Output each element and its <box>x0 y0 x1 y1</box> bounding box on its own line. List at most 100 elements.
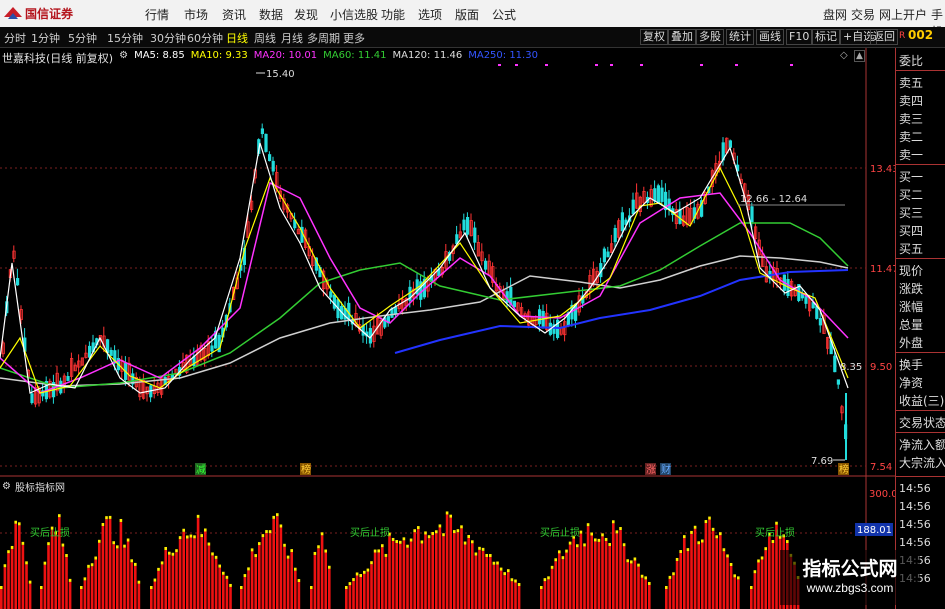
tick-time: 14:56 <box>899 500 931 513</box>
candle-body <box>30 393 34 404</box>
menu-data[interactable]: 数据 <box>259 6 283 23</box>
indicator-bar <box>435 533 438 609</box>
period-daily[interactable]: 日线 <box>226 30 248 46</box>
menu-formula[interactable]: 公式 <box>492 6 516 23</box>
event-marker-3[interactable]: 涨 <box>646 464 656 476</box>
menu-options[interactable]: 选项 <box>418 6 442 23</box>
period-multi[interactable]: 多周期 <box>307 30 340 46</box>
indicator-bar <box>540 589 543 609</box>
indicator-bar-tip <box>442 533 445 537</box>
period-toolbar: 分时 1分钟 5分钟 15分钟 30分钟 60分钟 日线 周线 月线 多周期 更… <box>0 27 945 48</box>
indicator-bar-tip <box>489 554 492 558</box>
indicator-bar <box>268 533 272 609</box>
indicator-bar-tip <box>261 534 265 538</box>
indicator-bar <box>126 541 130 609</box>
label-sell2: 卖二 <box>899 130 924 144</box>
menu-stock-picker[interactable]: 小信选股 <box>330 6 378 23</box>
indicator-bar <box>101 526 105 609</box>
tool-f10[interactable]: F10 <box>786 29 813 45</box>
tool-back[interactable]: 返回 <box>870 29 898 45</box>
menu-disk[interactable]: 盘网 <box>823 6 847 23</box>
indicator-bar <box>601 536 604 609</box>
period-5min[interactable]: 5分钟 <box>68 30 97 46</box>
menu-open-account[interactable]: 网上开户 <box>879 6 927 23</box>
indicator-gear-icon[interactable]: ⚙ <box>2 481 11 492</box>
indicator-bar-tip <box>481 547 485 551</box>
menu-news[interactable]: 资讯 <box>222 6 246 23</box>
indicator-bar <box>10 548 14 609</box>
menu-discover[interactable]: 发现 <box>294 6 318 23</box>
candle-body <box>393 306 398 314</box>
menu-layout[interactable]: 版面 <box>455 6 479 23</box>
indicator-bar <box>119 521 123 609</box>
indicator-bar <box>276 516 279 609</box>
tool-overlay[interactable]: 叠加 <box>668 29 696 45</box>
indicator-bar-tip <box>665 586 668 589</box>
indicator-bar <box>757 562 760 609</box>
period-weekly[interactable]: 周线 <box>254 30 276 46</box>
label-change-pct: 涨幅 <box>899 300 924 314</box>
indicator-bar-tip <box>449 514 452 518</box>
candle-body <box>728 140 733 148</box>
indicator-bar-tip <box>229 583 232 587</box>
indicator-bar-tip <box>586 523 590 527</box>
tool-mark[interactable]: 标记 <box>812 29 840 45</box>
indicator-bar-tip <box>250 548 254 552</box>
indicator-bar-tip <box>218 564 221 568</box>
kline-chart[interactable]: 13.43 11.47 9.50 7.54 15.40 12.66 - 12.6… <box>0 48 895 609</box>
period-15min[interactable]: 15分钟 <box>107 30 143 46</box>
period-60min[interactable]: 60分钟 <box>187 30 223 46</box>
indicator-bar-tip <box>204 528 207 532</box>
indicator-bar-tip <box>686 548 690 552</box>
indicator-bar <box>612 523 615 609</box>
tool-multi-stock[interactable]: 多股 <box>696 29 724 45</box>
indicator-bar-tip <box>463 541 467 545</box>
scroll-up-icon[interactable]: ▲ <box>854 50 865 62</box>
indicator-bar-tip <box>80 586 83 589</box>
event-marker-4[interactable]: 财 <box>661 463 671 476</box>
period-intraday[interactable]: 分时 <box>4 30 26 46</box>
indicator-bar-tip <box>711 527 715 531</box>
menu-market[interactable]: 市场 <box>184 6 208 23</box>
event-marker-1[interactable]: 减 <box>196 464 206 476</box>
indicator-bar <box>737 579 740 609</box>
menu-trade[interactable]: 交易 <box>851 6 875 23</box>
indicator-current-value: 188.01 <box>857 525 892 536</box>
label-volume: 总量 <box>899 318 924 332</box>
indicator-bar-tip <box>225 575 229 579</box>
indicator-bar <box>665 589 668 609</box>
indicator-bar <box>310 589 313 609</box>
broker-logo: 国信证券 <box>4 3 73 23</box>
indicator-bar-tip <box>672 572 675 576</box>
period-30min[interactable]: 30分钟 <box>150 30 186 46</box>
tool-draw[interactable]: 画线 <box>756 29 784 45</box>
indicator-bar-tip <box>18 522 21 526</box>
period-1min[interactable]: 1分钟 <box>31 30 60 46</box>
settings-gear-icon[interactable]: ⚙ <box>119 50 128 64</box>
menu-hangqing[interactable]: 行情 <box>145 6 169 23</box>
indicator-bar-tip <box>543 578 547 582</box>
diamond-icon[interactable]: ◇ <box>840 50 848 61</box>
indicator-bar-tip <box>126 538 130 542</box>
indicator-bar-tip <box>310 586 313 589</box>
period-more[interactable]: 更多 <box>343 30 365 46</box>
indicator-bar <box>348 585 352 609</box>
indicator-bar <box>683 538 686 609</box>
indicator-bar-tip <box>517 583 521 587</box>
indicator-bar-tip <box>207 542 211 546</box>
indicator-bar <box>359 577 362 609</box>
menu-functions[interactable]: 功能 <box>381 6 405 23</box>
indicator-bar-tip <box>668 575 672 579</box>
indicator-bar <box>290 552 293 609</box>
tool-adjust[interactable]: 复权 <box>640 29 668 45</box>
indicator-bar <box>373 552 377 609</box>
indicator-bar <box>481 550 485 609</box>
indicator-bar <box>243 577 247 609</box>
indicator-bar <box>729 565 733 609</box>
event-marker-2[interactable]: 榜 <box>301 463 311 476</box>
event-marker-5[interactable]: 榜 <box>839 463 849 476</box>
label-buy4: 买四 <box>899 224 924 238</box>
period-monthly[interactable]: 月线 <box>281 30 303 46</box>
indicator-bar-tip <box>601 533 604 537</box>
tool-stats[interactable]: 统计 <box>726 29 754 45</box>
